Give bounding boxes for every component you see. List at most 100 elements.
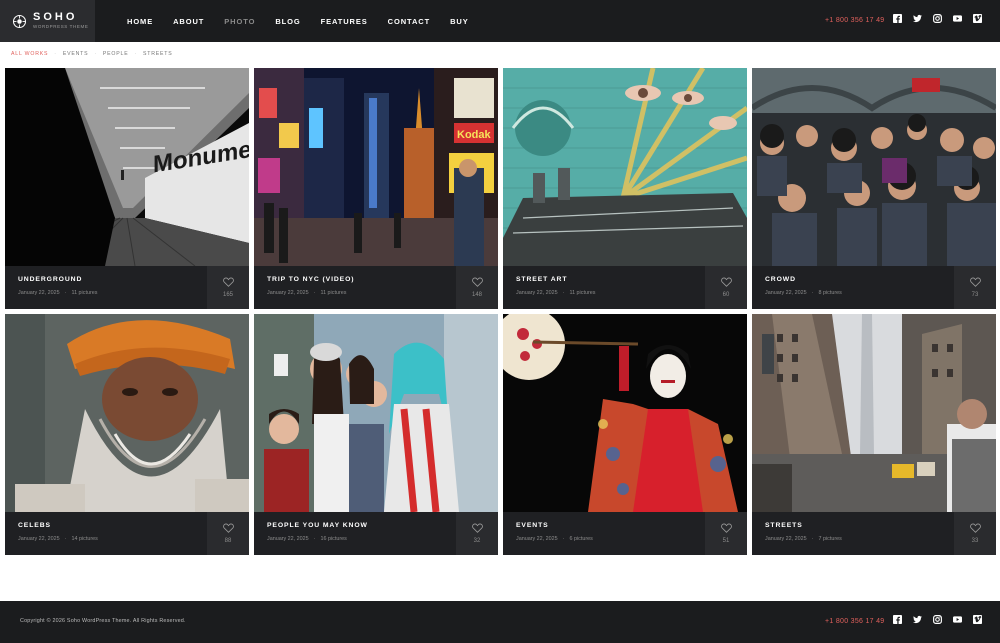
card-picture-count: 11 pictures (320, 290, 347, 296)
filter-streets[interactable]: STREETS (143, 51, 173, 57)
card-title[interactable]: EVENTS (516, 522, 704, 529)
like-count: 32 (473, 538, 481, 544)
card-title[interactable]: PEOPLE YOU MAY KNOW (267, 522, 455, 529)
nav-home[interactable]: HOME (117, 17, 163, 26)
heart-icon (471, 277, 483, 287)
like-button[interactable]: 33 (954, 512, 996, 555)
portfolio-card[interactable]: CELEBS January 22, 2025 · 14 pictures 88 (5, 314, 249, 555)
card-title[interactable]: STREETS (765, 522, 953, 529)
main-nav: HOME ABOUT PHOTO BLOG FEATURES CONTACT B… (117, 17, 479, 26)
twitter-icon[interactable] (913, 14, 922, 23)
card-picture-count: 11 pictures (71, 290, 98, 296)
filter-separator: · (134, 51, 137, 57)
card-date: January 22, 2025 (18, 536, 60, 542)
like-button[interactable]: 51 (705, 512, 747, 555)
portfolio-filters: ALL WORKS · EVENTS · PEOPLE · STREETS (11, 51, 173, 57)
card-date: January 22, 2025 (516, 536, 558, 542)
like-button[interactable]: 88 (207, 512, 249, 555)
heart-icon (471, 523, 483, 533)
times-square-photo[interactable]: Kodak (254, 68, 498, 266)
logo-icon (12, 14, 27, 28)
like-count: 148 (471, 292, 482, 298)
card-picture-count: 7 pictures (818, 536, 842, 542)
nav-buy[interactable]: BUY (440, 17, 479, 26)
card-picture-count: 16 pictures (320, 536, 347, 542)
portfolio-card[interactable]: STREETS January 22, 2025 · 7 pictures 33 (752, 314, 996, 555)
logo[interactable]: SOHO WORDPRESS THEME (0, 0, 95, 42)
card-title[interactable]: STREET ART (516, 276, 704, 283)
footer-socials (893, 615, 982, 624)
heart-icon (222, 523, 234, 533)
like-button[interactable]: 148 (456, 266, 498, 309)
tunnel-photo[interactable]: Monumen (5, 68, 249, 266)
bearded-man-photo[interactable] (5, 314, 249, 512)
geisha-photo[interactable] (503, 314, 747, 512)
card-picture-count: 14 pictures (71, 536, 98, 542)
portfolio-card[interactable]: EVENTS January 22, 2025 · 6 pictures 51 (503, 314, 747, 555)
instagram-icon[interactable] (933, 14, 942, 23)
filter-separator: · (94, 51, 97, 57)
portfolio-card[interactable]: STREET ART January 22, 2025 · 11 pictures … (503, 68, 747, 309)
like-button[interactable]: 73 (954, 266, 996, 309)
like-count: 51 (722, 538, 730, 544)
cosplay-girls-photo[interactable] (254, 314, 498, 512)
facebook-icon[interactable] (893, 14, 902, 23)
top-bar: SOHO WORDPRESS THEME HOME ABOUT PHOTO BL… (0, 0, 1000, 42)
card-date: January 22, 2025 (267, 536, 309, 542)
card-title[interactable]: CELEBS (18, 522, 206, 529)
like-count: 60 (722, 292, 730, 298)
crowd-photo[interactable] (752, 68, 996, 266)
card-picture-count: 11 pictures (569, 290, 596, 296)
portfolio-card[interactable]: Kodak TRIP TO NYC (VIDEO) January 22, 20… (254, 68, 498, 309)
nav-about[interactable]: ABOUT (163, 17, 214, 26)
card-title[interactable]: CROWD (765, 276, 953, 283)
mural-photo[interactable] (503, 68, 747, 266)
card-date: January 22, 2025 (765, 290, 807, 296)
filter-all-works[interactable]: ALL WORKS (11, 51, 48, 57)
nav-photo[interactable]: PHOTO (214, 17, 265, 26)
card-date: January 22, 2025 (18, 290, 60, 296)
filter-people[interactable]: PEOPLE (103, 51, 129, 57)
heart-icon (969, 277, 981, 287)
svg-text:Kodak: Kodak (457, 129, 492, 141)
portfolio-card[interactable]: PEOPLE YOU MAY KNOW January 22, 2025 · 16 … (254, 314, 498, 555)
nav-contact[interactable]: CONTACT (378, 17, 440, 26)
city-street-photo[interactable] (752, 314, 996, 512)
heart-icon (720, 277, 732, 287)
card-picture-count: 8 pictures (818, 290, 842, 296)
card-date: January 22, 2025 (765, 536, 807, 542)
youtube-icon[interactable] (953, 615, 962, 624)
like-count: 73 (971, 292, 979, 298)
vimeo-icon[interactable] (973, 615, 982, 624)
card-picture-count: 6 pictures (569, 536, 593, 542)
card-title[interactable]: TRIP TO NYC (VIDEO) (267, 276, 455, 283)
vimeo-icon[interactable] (973, 14, 982, 23)
logo-tagline: WORDPRESS THEME (33, 24, 89, 30)
heart-icon (222, 277, 234, 287)
twitter-icon[interactable] (913, 615, 922, 624)
card-title[interactable]: UNDERGROUND (18, 276, 206, 283)
portfolio-card[interactable]: CROWD January 22, 2025 · 8 pictures 73 (752, 68, 996, 309)
like-count: 165 (222, 292, 233, 298)
header-socials (893, 14, 982, 23)
filter-events[interactable]: EVENTS (63, 51, 89, 57)
portfolio-card[interactable]: Monumen UNDERGROUND January 22, 2025 · 11 … (5, 68, 249, 309)
like-button[interactable]: 60 (705, 266, 747, 309)
instagram-icon[interactable] (933, 615, 942, 624)
copyright-text: Copyright © 2026 Soho WordPress Theme. A… (20, 618, 186, 624)
header-phone[interactable]: +1 800 356 17 49 (825, 17, 885, 24)
card-date: January 22, 2025 (516, 290, 558, 296)
footer-phone[interactable]: +1 800 356 17 49 (825, 618, 885, 625)
like-count: 33 (971, 538, 979, 544)
filter-separator: · (54, 51, 57, 57)
nav-features[interactable]: FEATURES (311, 17, 378, 26)
nav-blog[interactable]: BLOG (265, 17, 310, 26)
like-button[interactable]: 32 (456, 512, 498, 555)
facebook-icon[interactable] (893, 615, 902, 624)
like-button[interactable]: 165 (207, 266, 249, 309)
heart-icon (720, 523, 732, 533)
like-count: 88 (224, 538, 232, 544)
youtube-icon[interactable] (953, 14, 962, 23)
footer: Copyright © 2026 Soho WordPress Theme. A… (0, 601, 1000, 643)
heart-icon (969, 523, 981, 533)
